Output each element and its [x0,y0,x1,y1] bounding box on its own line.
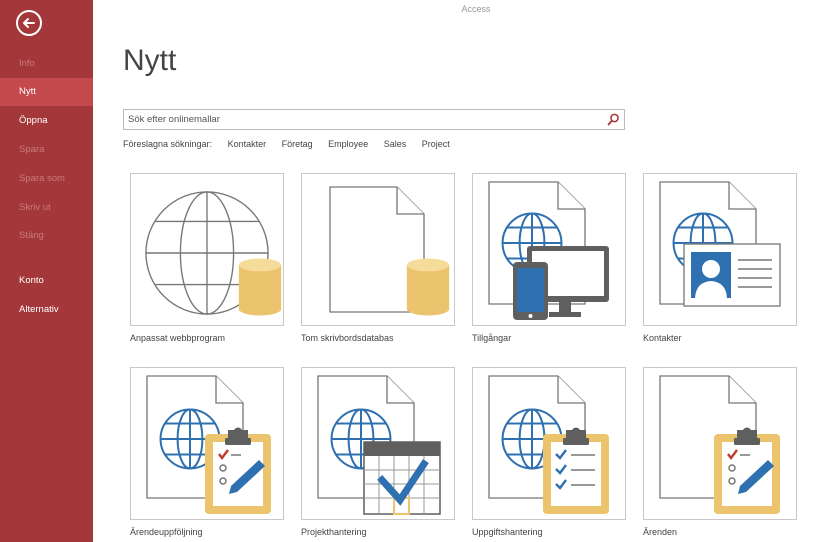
template-thumbnail[interactable] [130,173,284,326]
template-thumbnail[interactable] [301,173,455,326]
template-tile[interactable]: Ärendeuppföljning [130,367,284,537]
template-thumbnail[interactable] [301,367,455,520]
template-tile[interactable]: Uppgiftshantering [472,367,626,537]
suggestion-link[interactable]: Employee [328,139,368,149]
assets-devices-icon [488,181,609,320]
template-label: Kontakter [643,333,682,343]
template-thumbnail[interactable] [472,173,626,326]
template-thumbnail[interactable] [130,367,284,520]
suggested-searches-label: Föreslagna sökningar: [123,139,213,149]
nav-alternativ[interactable]: Alternativ [0,296,93,324]
template-thumbnail[interactable] [472,367,626,520]
web-app-globe-database-icon [145,191,282,316]
project-calendar-icon [317,375,441,515]
nav-stang[interactable]: Stäng [0,222,93,250]
nav-oppna[interactable]: Öppna [0,107,93,135]
issue-tracking-clipboard-icon [146,375,271,514]
app-title: Access [461,4,491,14]
suggested-searches: Föreslagna sökningar: Kontakter Företag … [123,139,463,149]
nav-info[interactable]: Info [0,50,93,78]
template-tile[interactable]: Tillgångar [472,173,626,343]
contacts-card-icon [659,181,781,307]
template-label: Ärenden [643,527,678,537]
template-tile[interactable]: Kontakter [643,173,797,343]
nav-skriv-ut[interactable]: Skriv ut [0,194,93,222]
nav-spara[interactable]: Spara [0,136,93,164]
suggestion-link[interactable]: Sales [384,139,407,149]
suggestion-link[interactable]: Project [422,139,450,149]
nav-nytt[interactable]: Nytt [0,78,93,106]
template-tile[interactable]: Tom skrivbordsdatabas [301,173,455,343]
search-icon[interactable] [606,112,621,127]
page-title: Nytt [123,44,177,77]
template-tile[interactable]: Ärenden [643,367,797,537]
template-label: Uppgiftshantering [472,527,543,537]
template-thumbnail[interactable] [643,173,797,326]
template-label: Tillgångar [472,333,512,343]
issues-clipboard-icon [659,375,780,514]
template-tile[interactable]: Projekthantering [301,367,455,537]
suggestion-link[interactable]: Kontakter [228,139,267,149]
template-label: Ärendeuppföljning [130,527,203,537]
back-arrow-icon [23,18,35,28]
suggestion-link[interactable]: Företag [282,139,313,149]
template-tile[interactable]: Anpassat webbprogram [130,173,284,343]
nav-konto[interactable]: Konto [0,267,93,295]
template-label: Projekthantering [301,527,367,537]
template-thumbnail[interactable] [643,367,797,520]
search-box [123,109,625,130]
nav-spara-som[interactable]: Spara som [0,165,93,193]
template-label: Tom skrivbordsdatabas [301,333,394,343]
backstage-sidebar: Info Nytt Öppna Spara Spara som Skriv ut… [0,0,93,542]
search-input[interactable] [128,112,598,127]
blank-document-database-icon [329,186,450,316]
task-checklist-icon [488,375,609,514]
template-label: Anpassat webbprogram [130,333,226,343]
